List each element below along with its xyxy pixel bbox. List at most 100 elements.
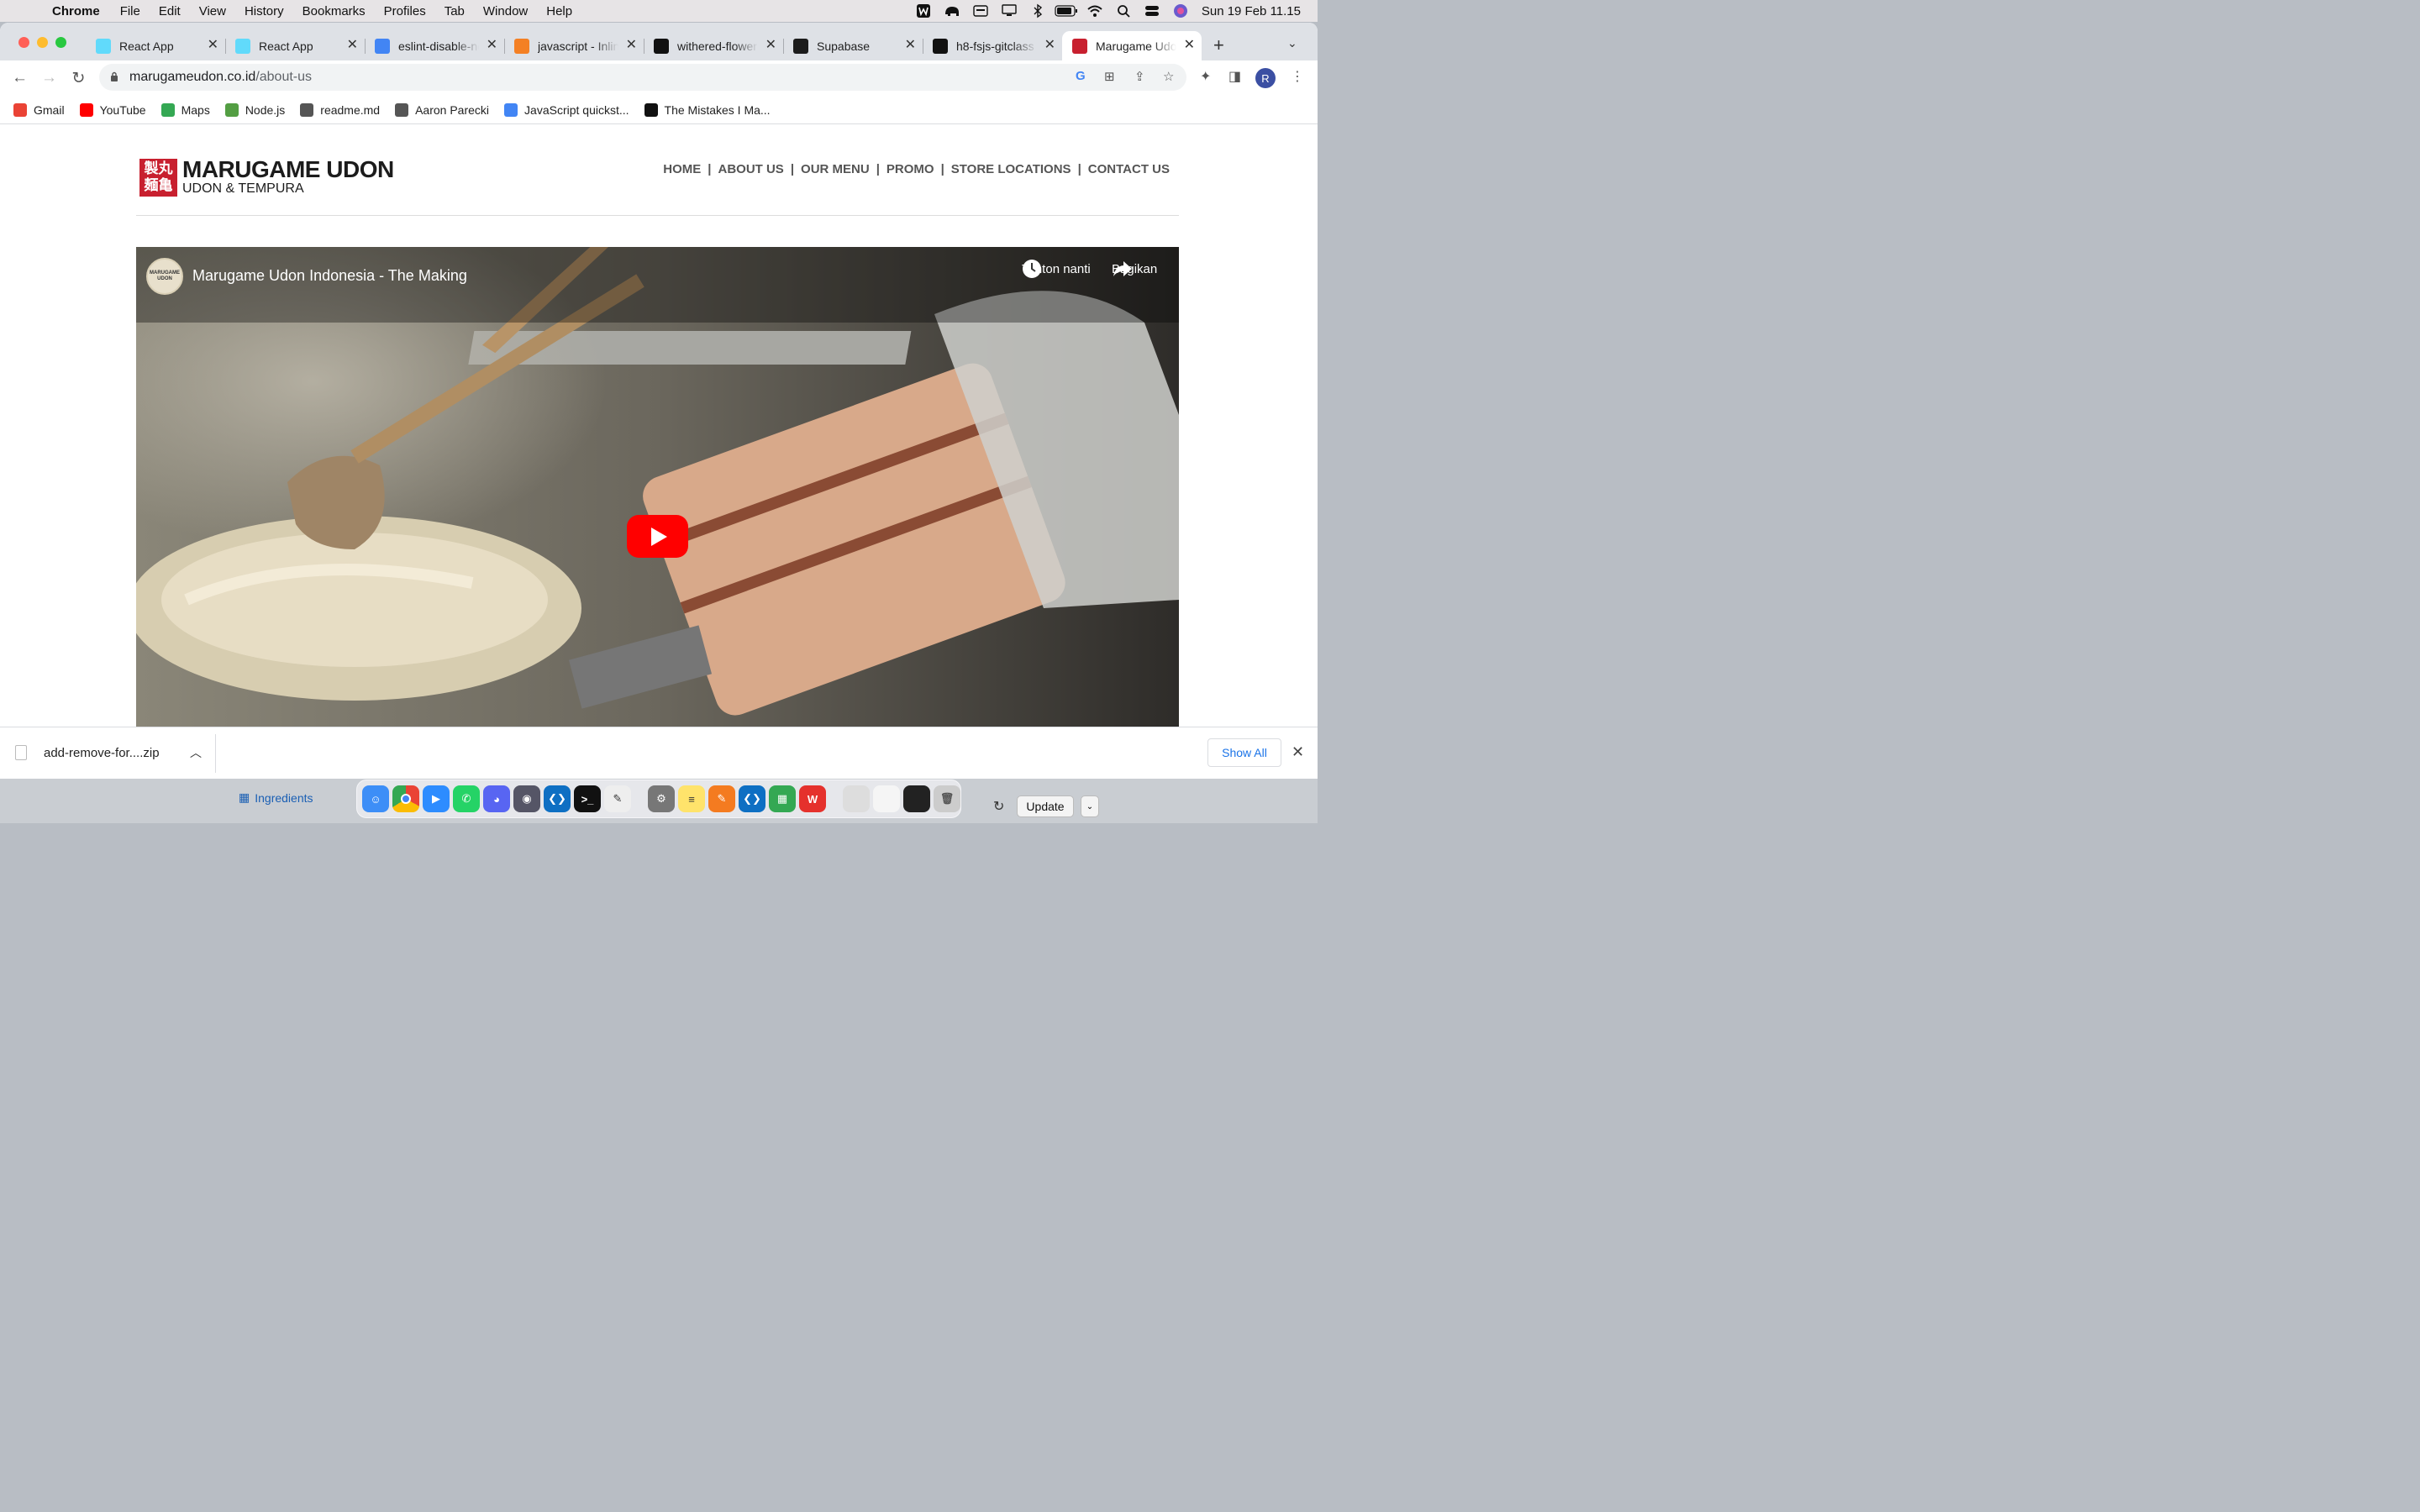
tab-6[interactable]: Supabase ✕ xyxy=(783,31,923,60)
nav-about-us[interactable]: ABOUT US xyxy=(711,162,790,176)
side-panel-icon[interactable]: ◨ xyxy=(1228,68,1241,85)
vscode-icon[interactable]: ❮❯ xyxy=(544,785,571,812)
ingredients-tab[interactable]: ▦ Ingredients xyxy=(239,790,313,805)
zoom-window-button[interactable] xyxy=(55,37,66,48)
tab-close-icon[interactable]: ✕ xyxy=(347,39,358,52)
menu-help[interactable]: Help xyxy=(546,4,572,18)
share-icon[interactable]: ⇪ xyxy=(1134,69,1145,84)
menu-profiles[interactable]: Profiles xyxy=(384,4,426,18)
tab-close-icon[interactable]: ✕ xyxy=(487,39,497,52)
bookmark-item[interactable]: Node.js xyxy=(224,102,285,117)
site-logo[interactable]: 製丸 麺亀 MARUGAME UDON UDON & TEMPURA xyxy=(139,158,394,197)
menu-file[interactable]: File xyxy=(120,4,140,18)
close-window-button[interactable] xyxy=(18,37,29,48)
tab-search-chevron-icon[interactable]: ⌄ xyxy=(1287,36,1297,50)
nav-promo[interactable]: PROMO xyxy=(880,162,941,176)
document-preview-icon[interactable] xyxy=(873,785,900,812)
reload-button[interactable]: ↻ xyxy=(64,69,93,88)
wps-status-icon[interactable] xyxy=(909,0,938,22)
terminal-window-preview-icon[interactable] xyxy=(903,785,930,812)
tab-7[interactable]: h8-fsjs-gitclass ✕ xyxy=(923,31,1063,60)
address-bar[interactable]: marugameudon.co.id/about-us G ⊞ ⇪ ☆ xyxy=(99,64,1186,91)
chrome-menu-icon[interactable]: ⋮ xyxy=(1291,68,1304,85)
bookmark-item[interactable]: The Mistakes I Ma... xyxy=(644,102,771,117)
new-tab-button[interactable]: + xyxy=(1213,34,1224,56)
battery-icon[interactable] xyxy=(1052,0,1081,22)
tab-close-icon[interactable]: ✕ xyxy=(905,39,916,52)
pages-icon[interactable]: ✎ xyxy=(708,785,735,812)
forward-button[interactable]: → xyxy=(34,69,64,87)
tab-5[interactable]: withered-flower ✕ xyxy=(644,31,784,60)
back-button[interactable]: ← xyxy=(5,69,34,87)
menu-bookmarks[interactable]: Bookmarks xyxy=(302,4,366,18)
menu-tab[interactable]: Tab xyxy=(445,4,465,18)
bookmark-item[interactable]: YouTube xyxy=(79,102,146,117)
tab-8[interactable]: Marugame Udon ✕ xyxy=(1062,31,1202,60)
siri-icon[interactable] xyxy=(1166,0,1195,22)
tab-3[interactable]: eslint-disable-next-line ✕ xyxy=(365,31,505,60)
video-title[interactable]: Marugame Udon Indonesia - The Making xyxy=(192,267,467,285)
watch-later-button[interactable]: Tonton nanti xyxy=(1022,259,1091,278)
profile-avatar[interactable]: R xyxy=(1255,68,1276,88)
discord-icon[interactable]: ◕ xyxy=(483,785,510,812)
chrome-icon[interactable] xyxy=(392,785,419,812)
menu-history[interactable]: History xyxy=(245,4,284,18)
nav-contact-us[interactable]: CONTACT US xyxy=(1081,162,1170,176)
menubar-datetime[interactable]: Sun 19 Feb 11.15 xyxy=(1202,4,1301,18)
menu-edit[interactable]: Edit xyxy=(159,4,181,18)
keyboard-status-icon[interactable] xyxy=(966,0,995,22)
nav-our-menu[interactable]: OUR MENU xyxy=(794,162,876,176)
play-button[interactable] xyxy=(627,515,688,558)
update-button[interactable]: Update xyxy=(1017,795,1074,817)
elephant-status-icon[interactable] xyxy=(938,0,966,22)
spotlight-search-icon[interactable] xyxy=(1109,0,1138,22)
tab-close-icon[interactable]: ✕ xyxy=(1044,39,1055,52)
nav-home[interactable]: HOME xyxy=(656,162,708,176)
chevron-down-icon[interactable]: ⌄ xyxy=(1081,795,1099,817)
bookmark-item[interactable]: readme.md xyxy=(300,102,380,117)
tab-2[interactable]: React App ✕ xyxy=(225,31,366,60)
tab-close-icon[interactable]: ✕ xyxy=(626,39,637,52)
google-lens-icon[interactable]: G xyxy=(1076,69,1086,83)
chevron-up-icon[interactable]: ︿ xyxy=(190,744,202,761)
translate-icon[interactable]: ⊞ xyxy=(1104,69,1115,84)
wps-office-icon[interactable]: W xyxy=(799,785,826,812)
tab-4[interactable]: javascript - Inline ✕ xyxy=(504,31,644,60)
finder-icon[interactable]: ☺ xyxy=(362,785,389,812)
proxyman-icon[interactable]: ◉ xyxy=(513,785,540,812)
system-settings-icon[interactable]: ⚙ xyxy=(648,785,675,812)
menu-app-name[interactable]: Chrome xyxy=(52,4,100,18)
url-text[interactable]: marugameudon.co.id/about-us xyxy=(129,70,312,85)
notes-icon[interactable]: ≡ xyxy=(678,785,705,812)
youtube-embed[interactable]: MARUGAME UDON Marugame Udon Indonesia - … xyxy=(136,247,1179,727)
tab-close-icon[interactable]: ✕ xyxy=(208,39,218,52)
bookmark-item[interactable]: Gmail xyxy=(13,102,65,117)
tab-1[interactable]: React App ✕ xyxy=(86,31,226,60)
whatsapp-icon[interactable]: ✆ xyxy=(453,785,480,812)
tab-close-icon[interactable]: ✕ xyxy=(765,39,776,52)
microsoft-office-icon[interactable]: ▦ xyxy=(769,785,796,812)
display-status-icon[interactable] xyxy=(995,0,1023,22)
minimize-window-button[interactable] xyxy=(37,37,48,48)
trash-icon[interactable]: 🗑 xyxy=(934,785,960,812)
vscode-insiders-icon[interactable]: ❮❯ xyxy=(739,785,765,812)
refresh-icon[interactable]: ↻ xyxy=(993,798,1004,815)
close-icon[interactable]: ✕ xyxy=(1292,743,1304,761)
nav-store-locations[interactable]: STORE LOCATIONS xyxy=(944,162,1078,176)
bookmark-item[interactable]: Aaron Parecki xyxy=(395,102,489,117)
control-center-icon[interactable] xyxy=(1138,0,1166,22)
bookmark-item[interactable]: Maps xyxy=(160,102,210,117)
tab-close-icon[interactable]: ✕ xyxy=(1184,39,1195,52)
menu-view[interactable]: View xyxy=(199,4,226,18)
menu-window[interactable]: Window xyxy=(483,4,528,18)
window-preview-icon[interactable] xyxy=(843,785,870,812)
channel-avatar[interactable]: MARUGAME UDON xyxy=(146,258,183,295)
bookmark-item[interactable]: JavaScript quickst... xyxy=(504,102,629,117)
terminal-icon[interactable]: >_ xyxy=(574,785,601,812)
show-all-button[interactable]: Show All xyxy=(1207,738,1281,767)
share-video-button[interactable]: Bagikan xyxy=(1112,259,1157,276)
wifi-icon[interactable] xyxy=(1081,0,1109,22)
zoom-icon[interactable]: ▶ xyxy=(423,785,450,812)
download-item[interactable]: add-remove-for....zip xyxy=(15,745,160,760)
bear-icon[interactable]: ✎ xyxy=(604,785,631,812)
